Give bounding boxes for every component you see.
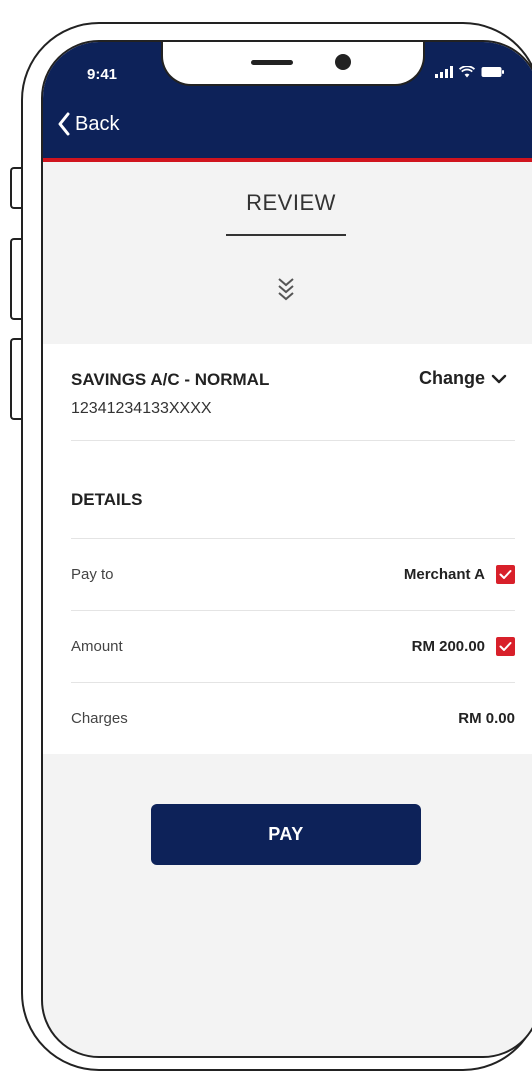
triple-chevron-down-icon — [277, 276, 295, 307]
divider — [71, 610, 515, 611]
screen: 9:41 Back REVIEW SAVINGS A/C - NORMAL 12… — [0, 0, 532, 1073]
check-icon[interactable] — [496, 637, 515, 656]
status-icons — [435, 66, 505, 78]
change-account-button[interactable]: Change — [419, 368, 507, 389]
chevron-left-icon — [58, 112, 70, 136]
pay-to-value: Merchant A — [403, 566, 485, 583]
charges-label: Charges — [71, 710, 128, 727]
chevron-down-icon — [491, 374, 507, 383]
signal-icon — [435, 66, 453, 78]
phone-screen: 9:41 Back REVIEW SAVINGS A/C - NORMAL 12… — [41, 40, 532, 1058]
change-label: Change — [418, 368, 485, 388]
wifi-icon — [459, 66, 475, 78]
app-header: 9:41 Back — [43, 42, 532, 162]
account-number: 12341234133XXXX — [71, 400, 212, 417]
phone-notch — [161, 42, 425, 86]
details-title: DETAILS — [71, 490, 143, 509]
pay-to-label: Pay to — [71, 566, 114, 583]
divider — [71, 538, 515, 539]
title-underline — [226, 234, 346, 236]
review-card: SAVINGS A/C - NORMAL 12341234133XXXX Cha… — [43, 344, 532, 754]
charges-value: RM 0.00 — [458, 710, 515, 727]
back-button[interactable]: Back — [57, 112, 119, 136]
page-title: REVIEW — [246, 190, 336, 215]
account-name: SAVINGS A/C - NORMAL — [71, 370, 270, 389]
amount-label: Amount — [71, 638, 123, 655]
status-time: 9:41 — [87, 66, 118, 83]
check-icon[interactable] — [496, 565, 515, 584]
speaker-grille — [251, 60, 293, 65]
back-label: Back — [75, 112, 120, 135]
divider — [71, 682, 515, 683]
front-camera — [335, 54, 351, 70]
pay-button[interactable]: PAY — [151, 804, 421, 865]
amount-value: RM 200.00 — [411, 638, 485, 655]
divider — [71, 440, 515, 441]
battery-icon — [481, 66, 505, 78]
